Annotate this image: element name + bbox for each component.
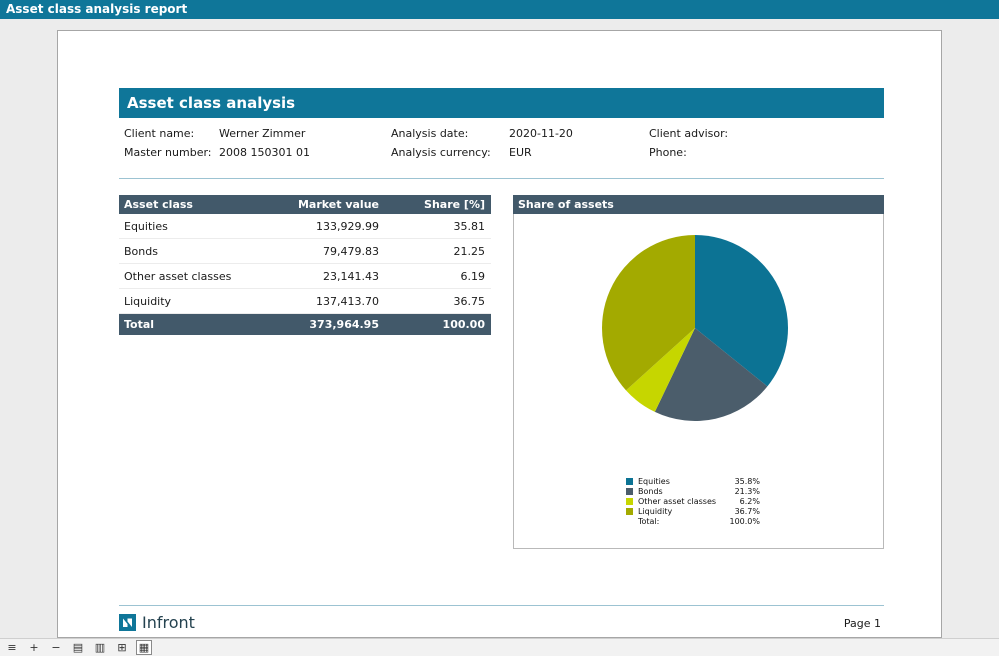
report-title: Asset class analysis [127, 94, 295, 112]
single-page-view-button[interactable]: ▤ [70, 640, 86, 655]
cell-market-value: 133,929.99 [279, 220, 385, 233]
legend-swatch [626, 508, 633, 515]
share-of-assets-panel: Share of assets Equities35.8%Bonds21.3%O… [513, 195, 884, 549]
brand: Infront [119, 613, 195, 632]
legend-value: 35.8% [730, 477, 760, 486]
legend-label: Bonds [638, 487, 725, 496]
legend-item: Other asset classes 6.2% [626, 496, 760, 506]
total-market-value: 373,964.95 [279, 318, 385, 331]
table-total-row: Total 373,964.95 100.00 [119, 314, 491, 335]
cell-asset-class: Bonds [119, 245, 279, 258]
legend-value: 21.3% [730, 487, 760, 496]
analysis-date-label: Analysis date: [391, 124, 509, 143]
cell-market-value: 23,141.43 [279, 270, 385, 283]
analysis-currency-value: EUR [509, 143, 649, 162]
cell-share: 6.19 [385, 270, 491, 283]
legend-value: 36.7% [730, 507, 760, 516]
zoom-in-button[interactable]: + [26, 640, 42, 655]
cell-asset-class: Equities [119, 220, 279, 233]
window-titlebar: Asset class analysis report [0, 0, 999, 19]
chart-legend: Equities35.8%Bonds21.3%Other asset class… [626, 476, 760, 526]
viewer-toolbar: ≡ + − ▤ ▥ ⊞ ▦ [0, 638, 999, 656]
menu-icon[interactable]: ≡ [4, 640, 20, 655]
legend-total: Total: 100.0% [626, 516, 760, 526]
client-info: Client name: Werner Zimmer Analysis date… [119, 124, 884, 162]
total-share: 100.00 [385, 318, 491, 331]
cell-market-value: 79,479.83 [279, 245, 385, 258]
legend-value: 100.0% [729, 517, 760, 526]
table-row: Liquidity 137,413.70 36.75 [119, 289, 491, 314]
zoom-out-button[interactable]: − [48, 640, 64, 655]
legend-label: Equities [638, 477, 725, 486]
col-header-share: Share [%] [385, 198, 491, 211]
total-label: Total [119, 318, 279, 331]
client-advisor-label: Client advisor: [649, 124, 884, 143]
chart-panel-title: Share of assets [513, 195, 884, 214]
footer-divider [119, 605, 884, 606]
col-header-asset-class: Asset class [119, 198, 279, 211]
legend-swatch [626, 498, 633, 505]
report-viewport: Asset class analysis Client name: Werner… [0, 19, 999, 638]
client-name-label: Client name: [124, 124, 219, 143]
col-header-market-value: Market value [279, 198, 385, 211]
master-number-value: 2008 150301 01 [219, 143, 391, 162]
asset-class-table: Asset class Market value Share [%] Equit… [119, 195, 491, 335]
table-row: Equities 133,929.99 35.81 [119, 214, 491, 239]
legend-label: Liquidity [638, 507, 725, 516]
window-title: Asset class analysis report [6, 2, 187, 16]
legend-label: Other asset classes [638, 497, 725, 506]
legend-item: Liquidity 36.7% [626, 506, 760, 516]
legend-item: Bonds 21.3% [626, 486, 760, 496]
cell-share: 35.81 [385, 220, 491, 233]
legend-swatch [626, 518, 633, 525]
legend-value: 6.2% [730, 497, 760, 506]
phone-label: Phone: [649, 143, 884, 162]
header-divider [119, 178, 884, 179]
client-name-value: Werner Zimmer [219, 124, 391, 143]
master-number-label: Master number: [124, 143, 219, 162]
page-number: Page 1 [844, 617, 881, 630]
table-row: Other asset classes 23,141.43 6.19 [119, 264, 491, 289]
report-page: Asset class analysis Client name: Werner… [57, 30, 942, 638]
legend-item: Equities 35.8% [626, 476, 760, 486]
legend-swatch [626, 478, 633, 485]
two-page-view-button[interactable]: ▥ [92, 640, 108, 655]
table-row: Bonds 79,479.83 21.25 [119, 239, 491, 264]
cell-market-value: 137,413.70 [279, 295, 385, 308]
cell-share: 21.25 [385, 245, 491, 258]
analysis-currency-label: Analysis currency: [391, 143, 509, 162]
thumbnail-view-button[interactable]: ▦ [136, 640, 152, 655]
legend-label: Total: [638, 517, 724, 526]
cell-asset-class: Other asset classes [119, 270, 279, 283]
infront-logo-icon [119, 614, 136, 631]
legend-swatch [626, 488, 633, 495]
analysis-date-value: 2020-11-20 [509, 124, 649, 143]
grid-view-button[interactable]: ⊞ [114, 640, 130, 655]
table-header-row: Asset class Market value Share [%] [119, 195, 491, 214]
cell-asset-class: Liquidity [119, 295, 279, 308]
chart-panel-body: Equities35.8%Bonds21.3%Other asset class… [513, 214, 884, 549]
brand-name: Infront [142, 613, 195, 632]
cell-share: 36.75 [385, 295, 491, 308]
report-title-bar: Asset class analysis [119, 88, 884, 118]
